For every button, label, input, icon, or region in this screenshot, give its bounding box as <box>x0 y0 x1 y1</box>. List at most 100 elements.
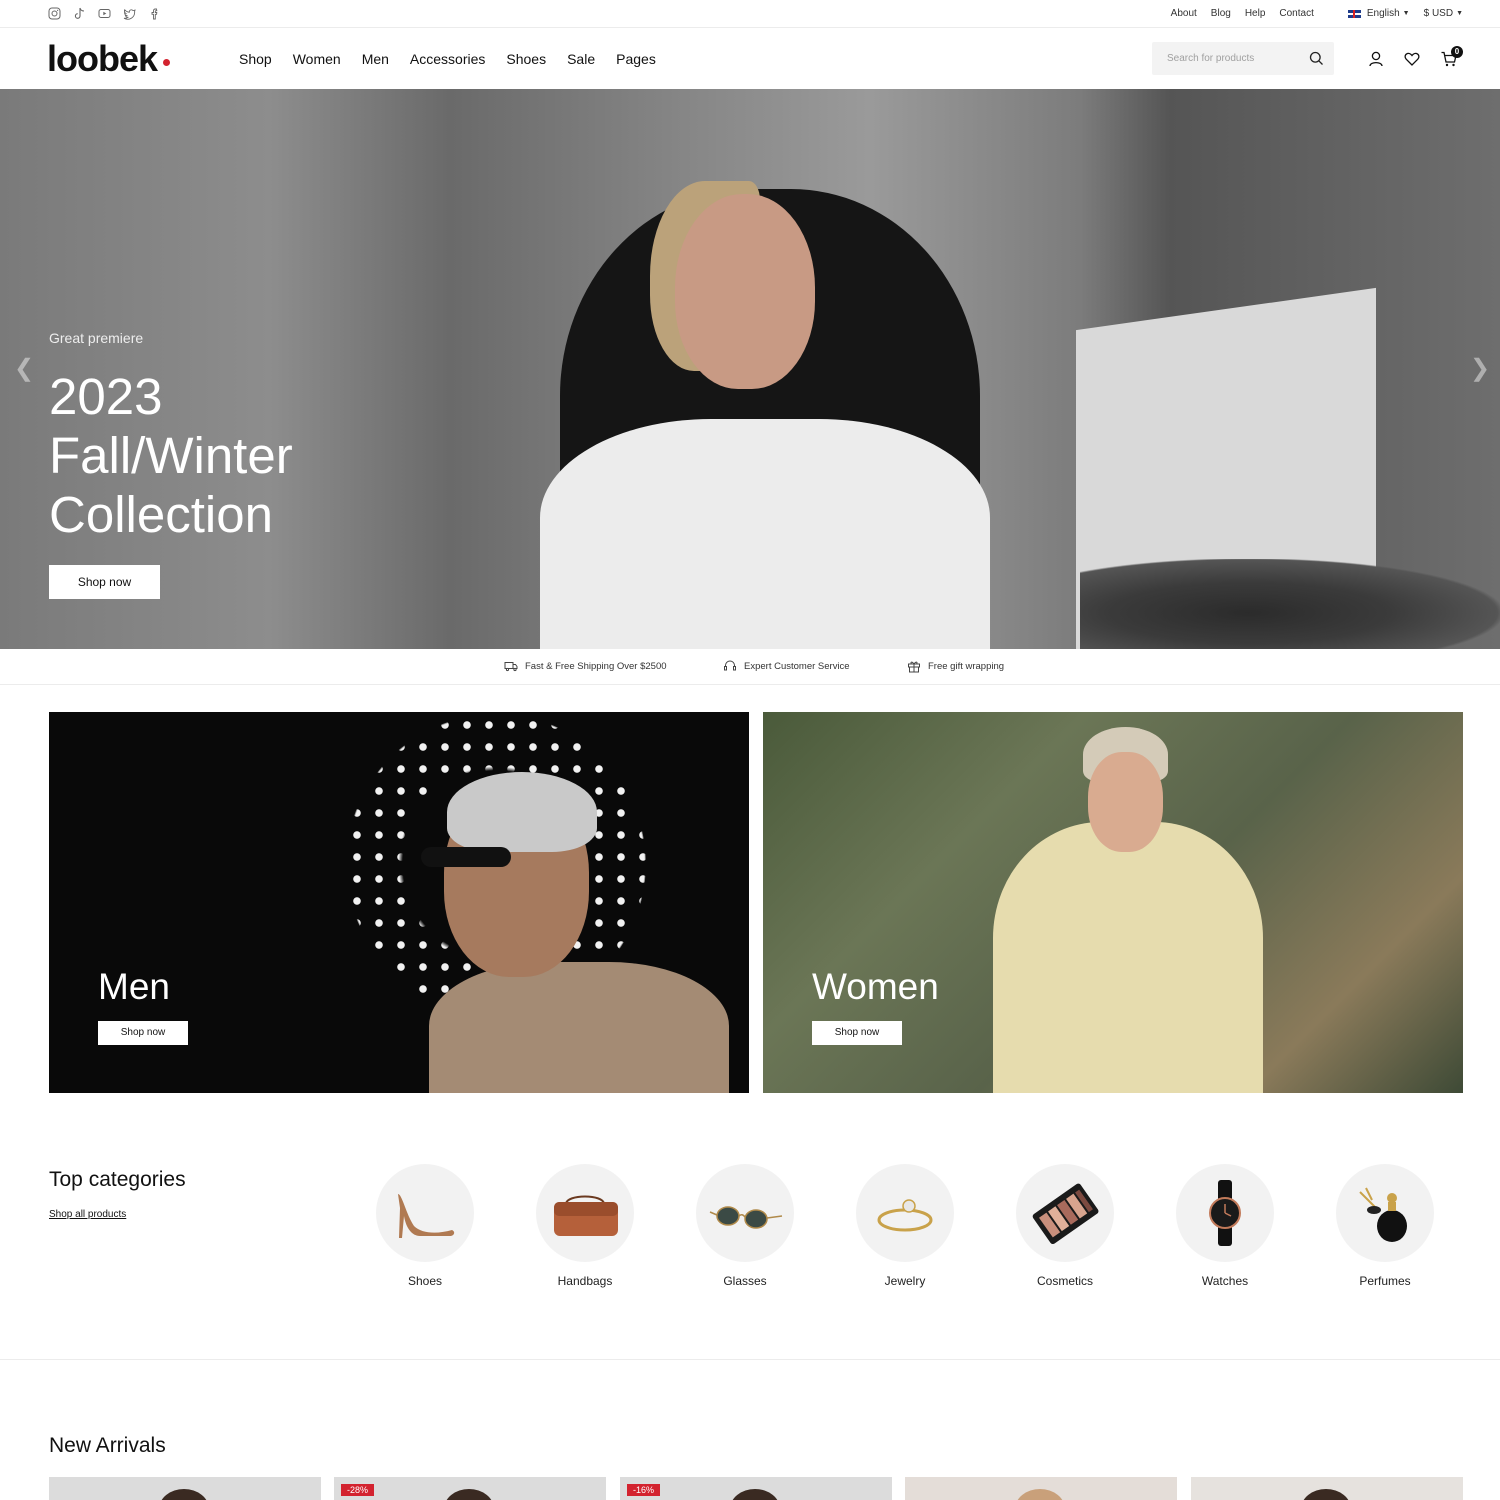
promo-image-hair <box>447 772 597 852</box>
facebook-icon[interactable] <box>148 7 162 21</box>
discount-badge: -28% <box>341 1484 375 1496</box>
top-links: About Blog Help Contact English ▼ $ USD … <box>1157 8 1463 19</box>
help-link[interactable]: Help <box>1245 8 1266 19</box>
category-label: Handbags <box>557 1274 613 1288</box>
promo-image-shirt <box>429 962 729 1093</box>
hero-shop-now-button[interactable]: Shop now <box>49 565 160 599</box>
twitter-icon[interactable] <box>123 7 137 21</box>
product-card[interactable] <box>1191 1477 1463 1500</box>
handbag-icon <box>536 1164 634 1262</box>
main-nav: Shop Women Men Accessories Shoes Sale Pa… <box>239 51 677 67</box>
contact-link[interactable]: Contact <box>1279 8 1313 19</box>
currency-selector[interactable]: $ USD ▼ <box>1424 8 1463 19</box>
hero-caption: Great premiere 2023 Fall/Winter Collecti… <box>49 330 293 544</box>
hero-eyebrow: Great premiere <box>49 330 144 346</box>
search-input[interactable] <box>1152 42 1302 75</box>
currency-value: $ USD <box>1423 8 1454 19</box>
promo-banner-women[interactable]: Women Shop now <box>763 712 1463 1093</box>
promo-title: Men <box>98 966 170 1007</box>
top-categories-heading: Top categories <box>49 1168 186 1191</box>
language-selector[interactable]: English ▼ <box>1347 8 1410 19</box>
headset-icon <box>723 659 737 673</box>
top-bar: About Blog Help Contact English ▼ $ USD … <box>0 0 1500 28</box>
hero-title-line: Collection <box>49 486 273 543</box>
slider-prev-arrow-icon[interactable]: ❮ <box>14 354 34 383</box>
feature-strip: Fast & Free Shipping Over $2500 Expert C… <box>0 649 1500 685</box>
category-label: Shoes <box>407 1274 443 1288</box>
category-glasses[interactable]: Glasses <box>695 1164 795 1288</box>
category-label: Cosmetics <box>1036 1274 1093 1288</box>
promo-banner-men[interactable]: Men Shop now <box>49 712 749 1093</box>
uk-flag-icon <box>1347 9 1361 18</box>
language-value: English <box>1366 8 1400 19</box>
cart-count-badge: 0 <box>1451 46 1463 58</box>
promo-image-jacket <box>993 822 1263 1093</box>
nav-item-pages[interactable]: Pages <box>616 51 656 67</box>
slider-next-arrow-icon[interactable]: ❯ <box>1470 354 1490 383</box>
search-icon[interactable] <box>1309 51 1324 66</box>
product-card[interactable] <box>905 1477 1177 1500</box>
category-jewelry[interactable]: Jewelry <box>855 1164 955 1288</box>
shop-all-products-link[interactable]: Shop all products <box>49 1209 126 1220</box>
hero-title-line: 2023 <box>49 368 163 425</box>
category-shoes[interactable]: Shoes <box>375 1164 475 1288</box>
category-label: Watches <box>1201 1274 1249 1288</box>
feature-gift-wrap: Free gift wrapping <box>907 659 1004 673</box>
promo-image-sunglasses <box>421 847 511 867</box>
instagram-icon[interactable] <box>48 7 62 21</box>
feature-text: Fast & Free Shipping Over $2500 <box>525 660 667 672</box>
hero-title-line: Fall/Winter <box>49 427 293 484</box>
eyeshadow-palette-icon <box>1016 1164 1114 1262</box>
chevron-down-icon: ▼ <box>1402 10 1410 17</box>
hero-title: 2023 Fall/Winter Collection <box>49 367 293 544</box>
category-label: Glasses <box>723 1274 767 1288</box>
hero-slider: Great premiere 2023 Fall/Winter Collecti… <box>0 89 1500 649</box>
blog-link[interactable]: Blog <box>1211 8 1231 19</box>
nav-item-men[interactable]: Men <box>362 51 389 67</box>
hero-image-coat <box>540 419 990 649</box>
youtube-icon[interactable] <box>98 7 112 21</box>
promo-image-face <box>1088 752 1163 852</box>
product-card[interactable]: -16% <box>620 1477 892 1500</box>
high-heel-icon <box>376 1164 474 1262</box>
tiktok-icon[interactable] <box>73 7 87 21</box>
hero-image-face <box>675 194 815 389</box>
social-links <box>48 7 162 21</box>
discount-badge: -16% <box>627 1484 661 1496</box>
product-image <box>444 1489 494 1500</box>
category-handbags[interactable]: Handbags <box>535 1164 635 1288</box>
hero-image-plants <box>1080 559 1500 649</box>
product-image <box>159 1489 209 1500</box>
main-header: loobek Shop Women Men Accessories Shoes … <box>0 29 1500 89</box>
perfume-icon <box>1336 1164 1434 1262</box>
chevron-down-icon: ▼ <box>1456 10 1463 17</box>
site-logo[interactable]: loobek <box>47 38 158 80</box>
feature-customer-service: Expert Customer Service <box>723 659 850 673</box>
category-cosmetics[interactable]: Cosmetics <box>1015 1164 1115 1288</box>
nav-item-accessories[interactable]: Accessories <box>410 51 485 67</box>
user-icon[interactable] <box>1367 50 1385 68</box>
heart-icon[interactable] <box>1403 50 1421 68</box>
category-perfumes[interactable]: Perfumes <box>1335 1164 1435 1288</box>
product-card[interactable] <box>49 1477 321 1500</box>
nav-item-sale[interactable]: Sale <box>567 51 595 67</box>
watch-icon <box>1176 1164 1274 1262</box>
category-label: Perfumes <box>1359 1274 1411 1288</box>
product-image <box>730 1489 780 1500</box>
feature-text: Free gift wrapping <box>928 660 1005 672</box>
feature-text: Expert Customer Service <box>744 660 850 672</box>
category-label: Jewelry <box>884 1274 926 1288</box>
product-card[interactable]: -28% <box>334 1477 606 1500</box>
sunglasses-icon <box>696 1164 794 1262</box>
nav-item-women[interactable]: Women <box>293 51 341 67</box>
promo-women-shop-now-button[interactable]: Shop now <box>812 1021 902 1045</box>
product-image <box>1301 1489 1351 1500</box>
category-watches[interactable]: Watches <box>1175 1164 1275 1288</box>
product-image <box>1015 1489 1065 1500</box>
logo-accent-dot <box>163 59 170 66</box>
promo-men-shop-now-button[interactable]: Shop now <box>98 1021 188 1045</box>
ring-icon <box>856 1164 954 1262</box>
about-link[interactable]: About <box>1171 8 1197 19</box>
nav-item-shoes[interactable]: Shoes <box>506 51 546 67</box>
nav-item-shop[interactable]: Shop <box>239 51 272 67</box>
